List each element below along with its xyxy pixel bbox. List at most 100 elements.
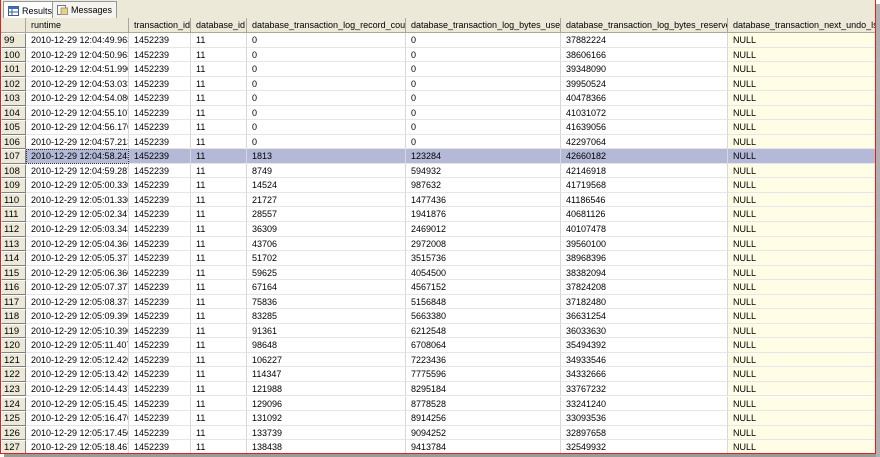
cell-runtime[interactable]: 2010-12-29 12:05:08.373 (26, 294, 129, 310)
cell-transaction-id[interactable]: 1452239 (129, 440, 191, 453)
cell-next-undo-lsn[interactable]: NULL (728, 178, 875, 193)
cell-runtime[interactable]: 2010-12-29 12:05:17.450 (26, 425, 129, 441)
cell-runtime[interactable]: 2010-12-29 12:05:15.453 (26, 396, 129, 411)
table-row[interactable]: 102 2010-12-29 12:04:53.033 1452239 11 0 0 399… (1, 76, 875, 92)
cell-database-id[interactable]: 11 (191, 62, 247, 77)
tab-messages[interactable]: Messages (52, 1, 118, 18)
row-header[interactable]: 102 (1, 76, 26, 92)
column-header-log-record-count[interactable]: database_transaction_log_record_count (247, 18, 406, 33)
cell-next-undo-lsn[interactable]: NULL (728, 294, 875, 310)
cell-runtime[interactable]: 2010-12-29 12:04:51.990 (26, 62, 129, 77)
row-header[interactable]: 118 (1, 309, 26, 324)
row-header[interactable]: 113 (1, 236, 26, 252)
cell-transaction-id[interactable]: 1452239 (129, 163, 191, 179)
cell-transaction-id[interactable]: 1452239 (129, 425, 191, 441)
table-row[interactable]: 99 2010-12-29 12:04:49.963 1452239 11 0 0 3788… (1, 33, 875, 48)
table-row[interactable]: 113 2010-12-29 12:05:04.360 1452239 11 43706… (1, 236, 875, 252)
cell-log-bytes-used[interactable]: 987632 (406, 178, 561, 193)
cell-log-bytes-used[interactable]: 1941876 (406, 207, 561, 222)
cell-runtime[interactable]: 2010-12-29 12:04:50.963 (26, 47, 129, 63)
cell-database-id[interactable]: 11 (191, 251, 247, 266)
cell-log-record-count[interactable]: 0 (247, 76, 406, 92)
cell-log-bytes-reserved[interactable]: 41031072 (561, 105, 728, 121)
table-row[interactable]: 112 2010-12-29 12:05:03.343 1452239 11 36309… (1, 222, 875, 237)
cell-log-bytes-used[interactable]: 0 (406, 76, 561, 92)
cell-transaction-id[interactable]: 1452239 (129, 411, 191, 426)
select-all-corner[interactable] (1, 18, 26, 33)
cell-log-record-count[interactable]: 129096 (247, 396, 406, 411)
cell-runtime[interactable]: 2010-12-29 12:05:18.467 (26, 440, 129, 453)
cell-log-record-count[interactable]: 36309 (247, 222, 406, 237)
cell-transaction-id[interactable]: 1452239 (129, 178, 191, 193)
cell-next-undo-lsn[interactable]: NULL (728, 323, 875, 339)
cell-log-bytes-used[interactable]: 0 (406, 33, 561, 48)
row-header[interactable]: 99 (1, 33, 26, 48)
cell-database-id[interactable]: 11 (191, 440, 247, 453)
cell-runtime[interactable]: 2010-12-29 12:04:54.080 (26, 91, 129, 106)
cell-next-undo-lsn[interactable]: NULL (728, 396, 875, 411)
cell-log-bytes-reserved[interactable]: 38606166 (561, 47, 728, 63)
cell-log-record-count[interactable]: 138438 (247, 440, 406, 453)
cell-database-id[interactable]: 11 (191, 352, 247, 368)
column-header-runtime[interactable]: runtime (26, 18, 129, 33)
cell-log-bytes-used[interactable]: 8778528 (406, 396, 561, 411)
cell-log-bytes-used[interactable]: 4054500 (406, 265, 561, 281)
row-header[interactable]: 116 (1, 280, 26, 295)
cell-runtime[interactable]: 2010-12-29 12:05:16.470 (26, 411, 129, 426)
row-header[interactable]: 110 (1, 192, 26, 208)
table-row[interactable]: 115 2010-12-29 12:05:06.360 1452239 11 59625… (1, 265, 875, 281)
cell-database-id[interactable]: 11 (191, 381, 247, 397)
cell-next-undo-lsn[interactable]: NULL (728, 352, 875, 368)
row-header[interactable]: 109 (1, 178, 26, 193)
table-row[interactable]: 114 2010-12-29 12:05:05.377 1452239 11 51702… (1, 251, 875, 266)
cell-runtime[interactable]: 2010-12-29 12:05:00.330 (26, 178, 129, 193)
cell-log-bytes-reserved[interactable]: 32549932 (561, 440, 728, 453)
table-row[interactable]: 124 2010-12-29 12:05:15.453 1452239 11 12909… (1, 396, 875, 411)
cell-next-undo-lsn[interactable]: NULL (728, 309, 875, 324)
cell-runtime[interactable]: 2010-12-29 12:04:49.963 (26, 33, 129, 48)
cell-transaction-id[interactable]: 1452239 (129, 338, 191, 353)
cell-log-bytes-reserved[interactable]: 34933546 (561, 352, 728, 368)
cell-transaction-id[interactable]: 1452239 (129, 280, 191, 295)
cell-database-id[interactable]: 11 (191, 163, 247, 179)
cell-next-undo-lsn[interactable]: NULL (728, 62, 875, 77)
cell-database-id[interactable]: 11 (191, 236, 247, 252)
table-row[interactable]: 116 2010-12-29 12:05:07.377 1452239 11 67164… (1, 280, 875, 295)
cell-log-bytes-used[interactable]: 6708064 (406, 338, 561, 353)
cell-next-undo-lsn[interactable]: NULL (728, 425, 875, 441)
cell-transaction-id[interactable]: 1452239 (129, 134, 191, 150)
cell-runtime[interactable]: 2010-12-29 12:05:13.420 (26, 367, 129, 382)
cell-database-id[interactable]: 11 (191, 91, 247, 106)
cell-log-bytes-used[interactable]: 2972008 (406, 236, 561, 252)
cell-next-undo-lsn[interactable]: NULL (728, 76, 875, 92)
cell-log-record-count[interactable]: 43706 (247, 236, 406, 252)
cell-runtime[interactable]: 2010-12-29 12:04:57.213 (26, 134, 129, 150)
cell-log-record-count[interactable]: 0 (247, 91, 406, 106)
cell-log-record-count[interactable]: 8749 (247, 163, 406, 179)
table-row[interactable]: 100 2010-12-29 12:04:50.963 1452239 11 0 0 386… (1, 47, 875, 63)
row-header[interactable]: 101 (1, 62, 26, 77)
cell-log-bytes-used[interactable]: 0 (406, 47, 561, 63)
cell-log-bytes-used[interactable]: 0 (406, 62, 561, 77)
cell-transaction-id[interactable]: 1452239 (129, 236, 191, 252)
cell-database-id[interactable]: 11 (191, 309, 247, 324)
column-header-database-id[interactable]: database_id (191, 18, 247, 33)
cell-runtime[interactable]: 2010-12-29 12:04:56.170 (26, 120, 129, 135)
cell-database-id[interactable]: 11 (191, 105, 247, 121)
cell-log-record-count[interactable]: 75836 (247, 294, 406, 310)
cell-runtime[interactable]: 2010-12-29 12:05:14.437 (26, 381, 129, 397)
cell-runtime[interactable]: 2010-12-29 12:05:05.377 (26, 251, 129, 266)
row-header[interactable]: 120 (1, 338, 26, 353)
cell-next-undo-lsn[interactable]: NULL (728, 120, 875, 135)
cell-transaction-id[interactable]: 1452239 (129, 251, 191, 266)
row-header[interactable]: 126 (1, 425, 26, 441)
cell-log-bytes-reserved[interactable]: 32897658 (561, 425, 728, 441)
cell-runtime[interactable]: 2010-12-29 12:04:59.287 (26, 163, 129, 179)
cell-log-bytes-used[interactable]: 0 (406, 105, 561, 121)
row-header[interactable]: 114 (1, 251, 26, 266)
cell-next-undo-lsn[interactable]: NULL (728, 134, 875, 150)
cell-database-id[interactable]: 11 (191, 265, 247, 281)
cell-next-undo-lsn[interactable]: NULL (728, 33, 875, 48)
cell-database-id[interactable]: 11 (191, 323, 247, 339)
cell-transaction-id[interactable]: 1452239 (129, 396, 191, 411)
